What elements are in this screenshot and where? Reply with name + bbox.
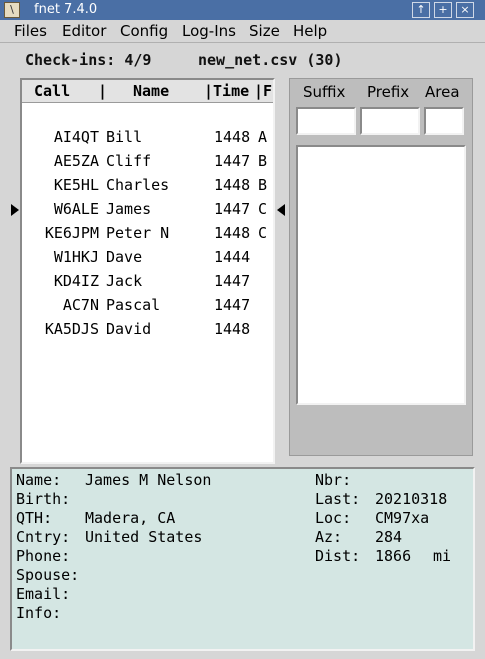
row-time: 1447 — [214, 296, 251, 314]
info-value: James M Nelson — [85, 471, 212, 489]
row-name: Charles — [106, 176, 170, 194]
table-row[interactable]: KE5HL Charles 1448 B — [22, 176, 273, 200]
row-time: 1448 — [214, 224, 251, 242]
menu-editor[interactable]: Editor — [62, 22, 106, 40]
suffix-label: Suffix — [303, 83, 346, 101]
row-call: AE5ZA — [53, 152, 99, 170]
checkin-list[interactable]: Call | Name |Time |F AI4QT Bill 1448 A AE5ZA… — [20, 78, 275, 464]
row-call: KD4IZ — [53, 272, 99, 290]
info-label: Spouse: — [16, 566, 80, 584]
close-button[interactable]: × — [456, 2, 474, 18]
title-bar: \ fnet 7.4.0 ↑ + × — [0, 0, 485, 21]
menu-log-ins[interactable]: Log-Ins — [182, 22, 236, 40]
row-flag: B — [258, 176, 268, 194]
window-title: fnet 7.4.0 — [34, 2, 98, 17]
row-time: 1448 — [214, 128, 251, 146]
header-time[interactable]: |Time — [204, 82, 249, 100]
row-flag: C — [258, 224, 268, 242]
row-call: KE6JPM — [44, 224, 99, 242]
info-label: Loc: — [315, 509, 352, 527]
row-call: AI4QT — [53, 128, 99, 146]
checkins-count: Check-ins: 4/9 — [25, 51, 152, 69]
app-icon: \ — [4, 2, 20, 18]
table-row[interactable]: AE5ZA Cliff 1447 B — [22, 152, 273, 176]
info-label: Last: — [315, 490, 361, 508]
info-value: 1866 — [375, 547, 412, 565]
area-label: Area — [425, 83, 460, 101]
row-flag: A — [258, 128, 268, 146]
menu-help[interactable]: Help — [293, 22, 327, 40]
status-bar: Check-ins: 4/9 new_net.csv (30) — [10, 46, 475, 74]
suffix-input[interactable] — [296, 107, 356, 135]
row-name: Cliff — [106, 152, 152, 170]
row-name: David — [106, 320, 152, 338]
search-panel: Suffix Prefix Area — [289, 78, 473, 456]
row-time: 1447 — [214, 200, 251, 218]
info-label: Info: — [16, 604, 62, 622]
info-label: Nbr: — [315, 471, 352, 489]
menu-bar: Files Editor Config Log-Ins Size Help — [0, 20, 485, 43]
table-row[interactable]: KD4IZ Jack 1447 — [22, 272, 273, 296]
prefix-label: Prefix — [367, 83, 410, 101]
net-filename: new_net.csv (30) — [198, 51, 343, 69]
info-label: Birth: — [16, 490, 71, 508]
row-call: KE5HL — [53, 176, 99, 194]
row-call: KA5DJS — [44, 320, 99, 338]
row-time: 1448 — [214, 176, 251, 194]
header-name[interactable]: Name — [133, 82, 169, 100]
row-time: 1444 — [214, 248, 251, 266]
row-name: Peter N — [106, 224, 170, 242]
table-row[interactable]: KE6JPM Peter N 1448 C — [22, 224, 273, 248]
info-value: Madera, CA — [85, 509, 176, 527]
header-separator: | — [98, 82, 108, 100]
row-name: Dave — [106, 248, 143, 266]
table-row[interactable]: AC7N Pascal 1447 — [22, 296, 273, 320]
row-time: 1447 — [214, 272, 251, 290]
row-name: Jack — [106, 272, 143, 290]
info-value: United States — [85, 528, 203, 546]
info-label: Name: — [16, 471, 62, 489]
list-header: Call | Name |Time |F — [22, 80, 273, 103]
info-panel: Name: James M Nelson Birth: QTH: Madera, CA C… — [10, 467, 475, 651]
row-call: AC7N — [62, 296, 99, 314]
info-label: Phone: — [16, 547, 71, 565]
table-row[interactable]: AI4QT Bill 1448 A — [22, 128, 273, 152]
left-pointer-icon — [11, 204, 19, 216]
row-flag: B — [258, 152, 268, 170]
distance-unit: mi — [433, 547, 452, 565]
info-value: CM97xa — [375, 509, 430, 527]
row-name: Pascal — [106, 296, 161, 314]
info-value: 284 — [375, 528, 403, 546]
table-row[interactable]: W6ALE James 1447 C — [22, 200, 273, 224]
match-list[interactable] — [296, 145, 466, 405]
row-flag: C — [258, 200, 268, 218]
menu-size[interactable]: Size — [249, 22, 280, 40]
info-label: Cntry: — [16, 528, 71, 546]
header-flag[interactable]: |F — [254, 82, 272, 100]
row-time: 1447 — [214, 152, 251, 170]
row-call: W6ALE — [53, 200, 99, 218]
table-row[interactable]: KA5DJS David 1448 — [22, 320, 273, 344]
row-name: James — [106, 200, 152, 218]
menu-files[interactable]: Files — [14, 22, 47, 40]
info-label: QTH: — [16, 509, 53, 527]
info-label: Email: — [16, 585, 71, 603]
row-call: W1HKJ — [53, 248, 99, 266]
info-label: Dist: — [315, 547, 361, 565]
area-input[interactable] — [424, 107, 464, 135]
header-call[interactable]: Call — [34, 82, 70, 100]
pin-button[interactable]: + — [434, 2, 452, 18]
table-row[interactable]: W1HKJ Dave 1444 — [22, 248, 273, 272]
maximize-button[interactable]: ↑ — [412, 2, 430, 18]
prefix-input[interactable] — [360, 107, 420, 135]
right-pointer-icon — [277, 204, 285, 216]
menu-config[interactable]: Config — [120, 22, 168, 40]
row-time: 1448 — [214, 320, 251, 338]
info-label: Az: — [315, 528, 343, 546]
row-name: Bill — [106, 128, 143, 146]
info-value: 20210318 — [375, 490, 448, 508]
